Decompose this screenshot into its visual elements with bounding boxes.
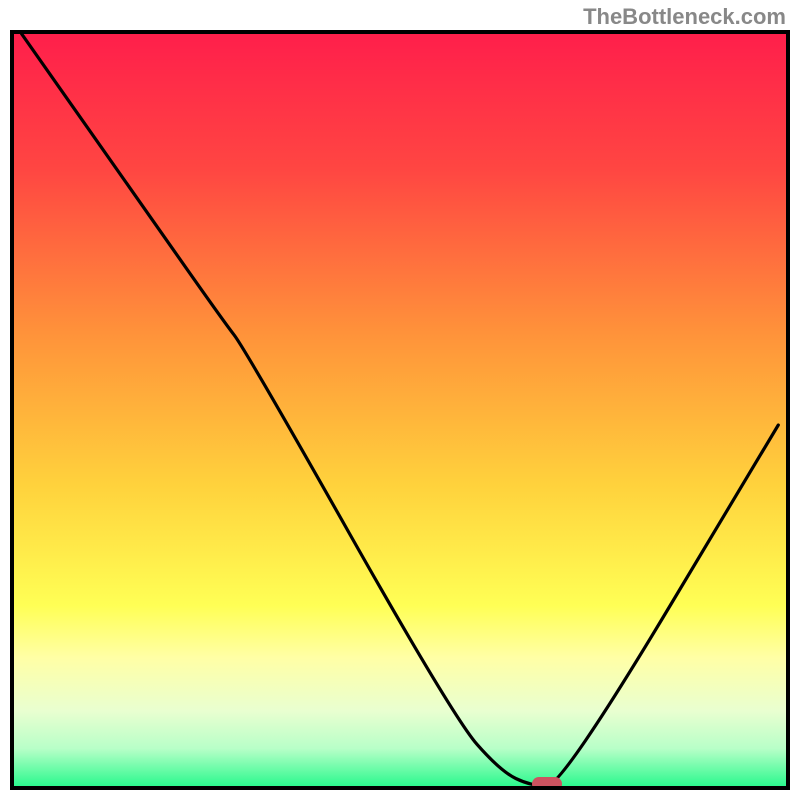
chart-frame <box>10 30 790 790</box>
chart-background-gradient <box>14 34 786 786</box>
bottleneck-chart <box>14 34 786 786</box>
optimal-point-marker <box>532 777 562 790</box>
watermark-text: TheBottleneck.com <box>583 4 786 30</box>
